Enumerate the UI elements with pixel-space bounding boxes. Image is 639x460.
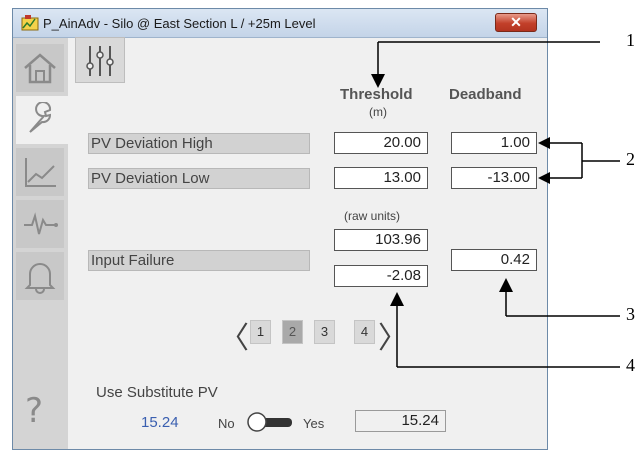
callout-number: 2: [626, 149, 635, 169]
callout-number: 4: [626, 355, 635, 375]
callout-number: 3: [626, 304, 635, 324]
callout-number: 1: [626, 30, 635, 50]
callout-lines: [371, 41, 620, 368]
